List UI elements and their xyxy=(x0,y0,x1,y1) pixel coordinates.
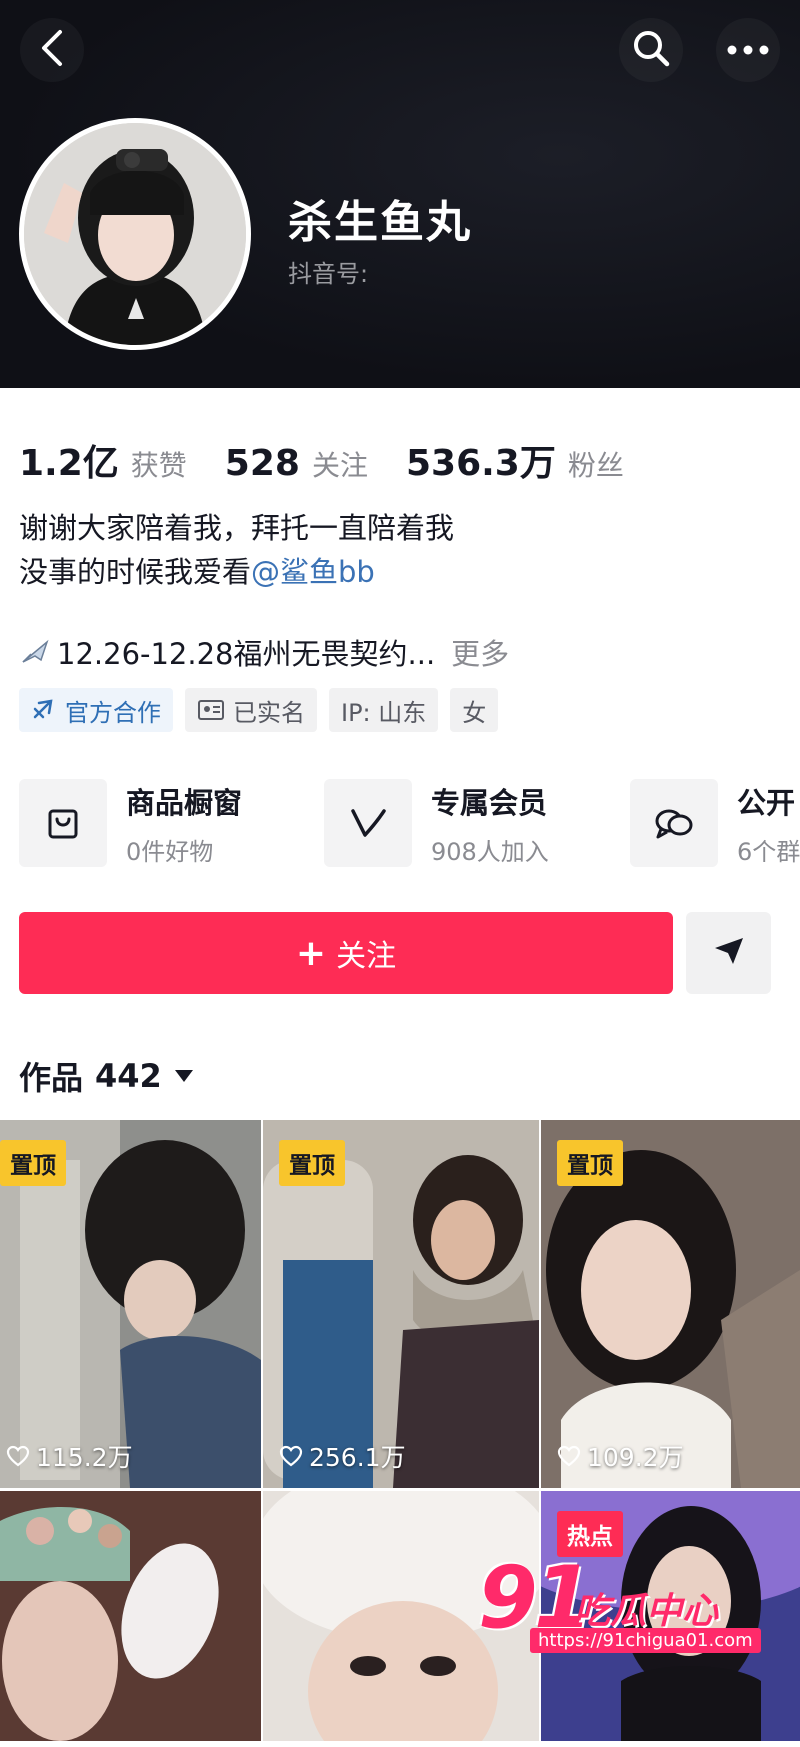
membership-title: 专属会员 xyxy=(431,785,548,820)
back-button[interactable] xyxy=(20,18,84,82)
nickname: 杀生鱼丸 xyxy=(288,197,472,248)
id-card-icon xyxy=(197,699,225,721)
video-tile[interactable]: 置顶 256.1万 xyxy=(263,1120,539,1488)
official-badge-icon xyxy=(31,697,57,723)
profile-tags: 官方合作 已实名 IP: 山东 女 xyxy=(19,688,499,732)
service-row: 商品橱窗 0件好物 专属会员 908人加入 公开 6个群 xyxy=(19,778,800,868)
works-count: 442 xyxy=(95,1057,162,1095)
video-likes-count: 109.2万 xyxy=(587,1443,684,1472)
video-thumbnail xyxy=(0,1491,261,1741)
pinned-badge: 置顶 xyxy=(0,1140,66,1186)
membership-entry[interactable]: 专属会员 908人加入 xyxy=(324,778,549,868)
watermark-url: https://91chigua01.com xyxy=(530,1628,761,1653)
video-likes-count: 256.1万 xyxy=(309,1443,406,1472)
pinned-badge: 置顶 xyxy=(279,1140,345,1186)
heart-icon xyxy=(279,1445,303,1467)
profile-stats: 1.2亿 获赞 528 关注 536.3万 粉丝 xyxy=(19,434,662,486)
bio-line-1: 谢谢大家陪着我，拜托一直陪着我 xyxy=(19,511,455,545)
bio-mention-link[interactable]: @鲨鱼bb xyxy=(251,555,375,589)
follow-button[interactable]: + 关注 xyxy=(19,912,673,994)
event-line[interactable]: 12.26-12.28福州无畏契约... 更多 xyxy=(19,631,509,673)
chevron-left-icon xyxy=(38,28,66,72)
more-button[interactable] xyxy=(716,18,780,82)
following-label: 关注 xyxy=(311,449,368,482)
follow-button-label: 关注 xyxy=(336,939,397,974)
video-tile[interactable] xyxy=(0,1491,261,1741)
video-tile[interactable]: 置顶 115.2万 xyxy=(0,1120,261,1488)
tag-gender: 女 xyxy=(450,688,499,732)
tag-ip: IP: 山东 xyxy=(329,688,439,732)
group-chat-icon xyxy=(630,779,718,867)
tag-verified[interactable]: 已实名 xyxy=(185,688,317,732)
watermark-text: 吃瓜中心 xyxy=(574,1591,719,1632)
tag-verified-label: 已实名 xyxy=(233,698,305,727)
shop-window-entry[interactable]: 商品橱窗 0件好物 xyxy=(19,778,242,868)
likes-count[interactable]: 1.2亿 xyxy=(19,434,119,486)
shop-window-subtitle: 0件好物 xyxy=(126,837,214,866)
more-dots-icon xyxy=(726,41,770,60)
followers-label: 粉丝 xyxy=(567,449,624,482)
avatar[interactable] xyxy=(19,118,251,350)
airplane-icon xyxy=(19,636,51,668)
bio: 谢谢大家陪着我，拜托一直陪着我 没事的时候我爱看@鲨鱼bb xyxy=(19,506,454,594)
search-button[interactable] xyxy=(619,18,683,82)
video-likes: 256.1万 xyxy=(279,1438,406,1474)
group-chat-title: 公开 xyxy=(737,785,796,820)
heart-icon xyxy=(6,1445,30,1467)
shopping-bag-icon xyxy=(19,779,107,867)
followers-count[interactable]: 536.3万 xyxy=(406,434,556,486)
profile-header: 杀生鱼丸 抖音号: xyxy=(0,0,800,388)
bio-line-2: 没事的时候我爱看@鲨鱼bb xyxy=(19,550,454,594)
heart-icon xyxy=(557,1445,581,1467)
event-more-link[interactable]: 更多 xyxy=(451,631,509,673)
shop-window-title: 商品橱窗 xyxy=(126,785,243,820)
search-icon xyxy=(631,28,671,72)
watermark: 91 吃瓜中心 https://91chigua01.com xyxy=(478,1548,788,1658)
video-likes-count: 115.2万 xyxy=(36,1443,133,1472)
plus-icon: + xyxy=(295,932,327,974)
works-tab[interactable]: 作品 442 xyxy=(19,1053,194,1099)
likes-label: 获赞 xyxy=(130,449,187,482)
following-count[interactable]: 528 xyxy=(225,443,300,484)
membership-subtitle: 908人加入 xyxy=(431,837,549,866)
tag-official[interactable]: 官方合作 xyxy=(19,688,173,732)
works-label: 作品 xyxy=(19,1059,84,1097)
video-likes: 115.2万 xyxy=(6,1438,133,1474)
v-member-icon xyxy=(324,779,412,867)
event-text: 12.26-12.28福州无畏契约... xyxy=(57,637,436,671)
bio-line-2-text: 没事的时候我爱看 xyxy=(19,555,252,589)
caret-down-icon xyxy=(174,1069,194,1083)
tag-official-label: 官方合作 xyxy=(65,698,161,727)
group-chat-subtitle: 6个群 xyxy=(737,837,800,866)
douyin-id-label: 抖音号: xyxy=(288,260,369,288)
video-likes: 109.2万 xyxy=(557,1438,684,1474)
send-arrow-icon xyxy=(713,936,745,970)
pinned-badge: 置顶 xyxy=(557,1140,623,1186)
video-tile[interactable]: 置顶 109.2万 xyxy=(541,1120,800,1488)
share-button[interactable] xyxy=(686,912,771,994)
group-chat-entry[interactable]: 公开 6个群 xyxy=(630,778,800,868)
